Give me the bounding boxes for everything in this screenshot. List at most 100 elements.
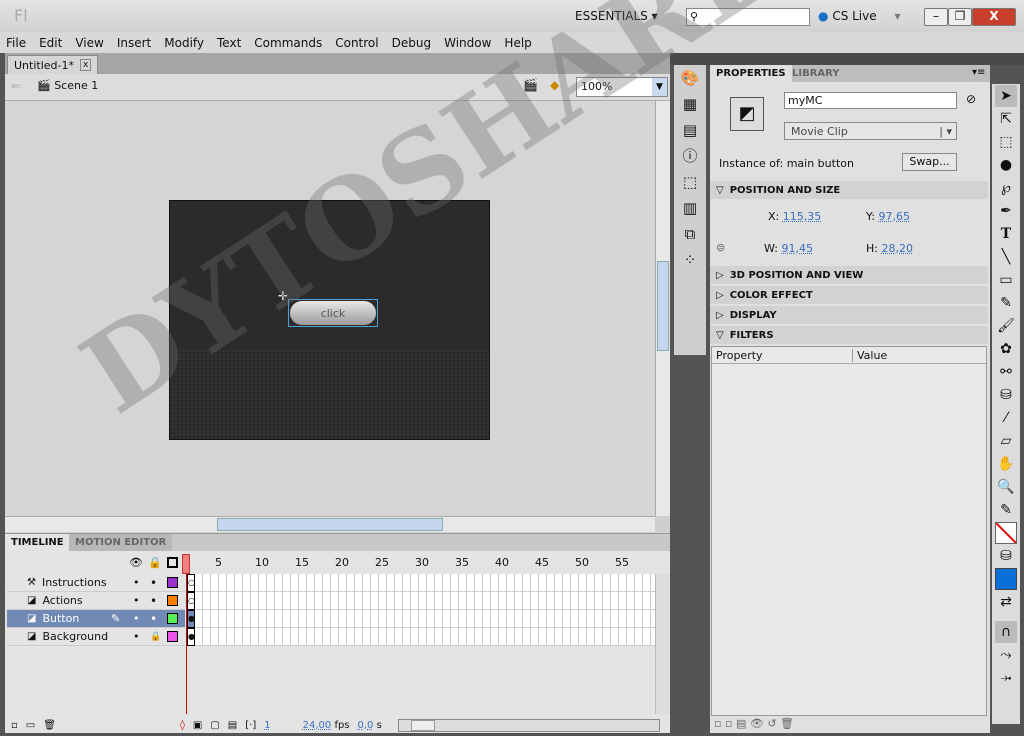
lock-icon[interactable]: 🔒 [148, 556, 162, 569]
stage-button-instance[interactable]: click [288, 299, 378, 327]
menu-commands[interactable]: Commands [254, 36, 322, 50]
swap-button[interactable]: Swap... [902, 153, 957, 171]
smooth-icon[interactable]: ⤳ [995, 644, 1017, 666]
menu-edit[interactable]: Edit [39, 36, 62, 50]
fill-color-swatch[interactable] [995, 568, 1017, 590]
vertical-scroll-thumb[interactable] [657, 261, 669, 351]
line-tool-icon[interactable]: ╲ [995, 246, 1017, 268]
section-3d-position[interactable]: ▷ 3D POSITION AND VIEW [710, 266, 988, 284]
layer-color-swatch[interactable] [167, 613, 178, 624]
eyedropper-tool-icon[interactable]: ⁄ [995, 407, 1017, 429]
code-snippets-icon[interactable]: ▥ [674, 195, 706, 221]
elapsed-time[interactable]: 0,0 [358, 720, 374, 731]
eye-icon[interactable]: 👁 [129, 556, 143, 569]
outline-icon[interactable] [167, 557, 178, 568]
menu-modify[interactable]: Modify [164, 36, 204, 50]
chevron-down-icon[interactable]: ▼ [652, 78, 667, 96]
stage[interactable]: ✛ click [169, 200, 490, 440]
paint-bucket-tool-icon[interactable]: ⛁ [995, 384, 1017, 406]
menu-window[interactable]: Window [444, 36, 491, 50]
menu-debug[interactable]: Debug [392, 36, 431, 50]
horizontal-scroll-thumb[interactable] [217, 518, 443, 531]
deco-tool-icon[interactable]: ✿ [995, 338, 1017, 360]
lock-dot[interactable]: • [150, 612, 157, 626]
back-arrow-icon[interactable]: ⇐ [11, 79, 21, 93]
visibility-dot[interactable]: • [133, 576, 140, 589]
new-folder-icon[interactable]: ▭ [26, 720, 35, 731]
menu-file[interactable]: File [6, 36, 26, 50]
layer-row[interactable]: ◪ Actions • • [7, 592, 185, 610]
link-proportions-icon[interactable]: ⊜ [716, 241, 725, 254]
onion-skin-icon[interactable]: ▣ [193, 720, 202, 731]
rectangle-tool-icon[interactable]: ▭ [995, 269, 1017, 291]
visibility-dot[interactable]: • [133, 630, 140, 643]
pencil-tool-icon[interactable]: ✎ [995, 292, 1017, 314]
info-panel-icon[interactable]: ⓘ [674, 143, 706, 169]
section-color-effect[interactable]: ▷ COLOR EFFECT [710, 286, 988, 304]
stroke-color-icon[interactable]: ✎ [995, 499, 1017, 521]
stroke-color-swatch[interactable] [995, 522, 1017, 544]
transform-panel-icon[interactable]: ⬚ [674, 169, 706, 195]
onion-markers-icon[interactable]: [·] [245, 720, 256, 731]
components-panel-icon[interactable]: ⧉ [674, 221, 706, 247]
w-value[interactable]: 91,45 [781, 242, 813, 255]
enable-filter-icon[interactable]: 👁 [750, 717, 764, 730]
swatches-panel-icon[interactable]: ▦ [674, 91, 706, 117]
motion-presets-icon[interactable]: ⁘ [674, 247, 706, 273]
layer-color-swatch[interactable] [167, 631, 178, 642]
lock-icon[interactable]: 🔒 [150, 632, 161, 642]
free-transform-tool-icon[interactable]: ⬚ [995, 131, 1017, 153]
bone-tool-icon[interactable]: ⚯ [995, 361, 1017, 383]
visibility-dot[interactable]: • [133, 594, 140, 607]
onion-outline-icon[interactable]: ▢ [210, 720, 219, 731]
clipboard-icon[interactable]: ▤ [736, 717, 746, 730]
scene-breadcrumb[interactable]: 🎬 Scene 1 [37, 79, 98, 92]
hand-tool-icon[interactable]: ✋ [995, 453, 1017, 475]
x-value[interactable]: 115,35 [783, 210, 822, 223]
close-tab-icon[interactable]: x [79, 59, 92, 71]
layer-frames[interactable]: ○ [187, 592, 655, 610]
snap-to-objects-icon[interactable]: ∩ [995, 621, 1017, 643]
edit-scene-icon[interactable]: 🎬 [523, 78, 538, 92]
add-filter-icon[interactable]: ▫ [714, 717, 721, 730]
edit-multiple-frames-icon[interactable]: ▤ [228, 720, 237, 731]
3d-rotation-tool-icon[interactable]: ● [995, 154, 1017, 176]
eraser-tool-icon[interactable]: ▱ [995, 430, 1017, 452]
filters-list[interactable]: Property Value [711, 346, 987, 716]
restore-button[interactable]: ❐ [948, 8, 972, 26]
layer-frames[interactable]: ● [187, 628, 655, 646]
close-button[interactable]: X [972, 8, 1016, 26]
timeline-vertical-scrollbar[interactable] [655, 574, 670, 714]
layer-frames[interactable]: ● [187, 610, 655, 628]
section-display[interactable]: ▷ DISPLAY [710, 306, 988, 324]
frame-ruler[interactable]: 5 10 15 20 25 30 35 40 45 50 55 [187, 556, 655, 570]
lock-dot[interactable]: • [150, 594, 157, 608]
delete-filter-icon[interactable]: 🗑 [780, 717, 794, 730]
center-frame-icon[interactable]: ◊ [180, 720, 185, 731]
layer-row[interactable]: ◪ Background • 🔒 [7, 628, 185, 646]
presets-icon[interactable]: ▫ [725, 717, 732, 730]
align-panel-icon[interactable]: ▤ [674, 117, 706, 143]
layer-frames[interactable]: ○ [187, 574, 655, 592]
tab-properties[interactable]: PROPERTIES [710, 65, 792, 82]
color-panel-icon[interactable]: 🎨 [674, 65, 706, 91]
straighten-icon[interactable]: ⤞ [995, 667, 1017, 689]
cs-live-button[interactable]: ● CS Live ▾ [818, 9, 901, 23]
tab-timeline[interactable]: TIMELINE [5, 534, 70, 551]
h-value[interactable]: 28,20 [881, 242, 913, 255]
minimize-button[interactable]: – [924, 8, 948, 26]
tab-library[interactable]: LIBRARY [786, 65, 846, 82]
menu-help[interactable]: Help [504, 36, 531, 50]
pen-tool-icon[interactable]: ✒ [995, 200, 1017, 222]
fill-color-icon[interactable]: ⛁ [995, 545, 1017, 567]
search-input[interactable]: ⚲ [686, 8, 810, 26]
subselection-tool-icon[interactable]: ⇱ [995, 108, 1017, 130]
instance-name-input[interactable]: myMC [784, 92, 957, 109]
document-tab[interactable]: Untitled-1* x [7, 55, 99, 74]
lasso-tool-icon[interactable]: ℘ [995, 177, 1017, 199]
timeline-horizontal-scrollbar[interactable] [397, 719, 660, 732]
workspace-switcher[interactable]: ESSENTIALS ▾ [575, 9, 658, 23]
frame-rate[interactable]: 24,00 [303, 720, 332, 731]
section-position-and-size[interactable]: ▽ POSITION AND SIZE [710, 181, 988, 199]
layer-color-swatch[interactable] [167, 577, 178, 588]
